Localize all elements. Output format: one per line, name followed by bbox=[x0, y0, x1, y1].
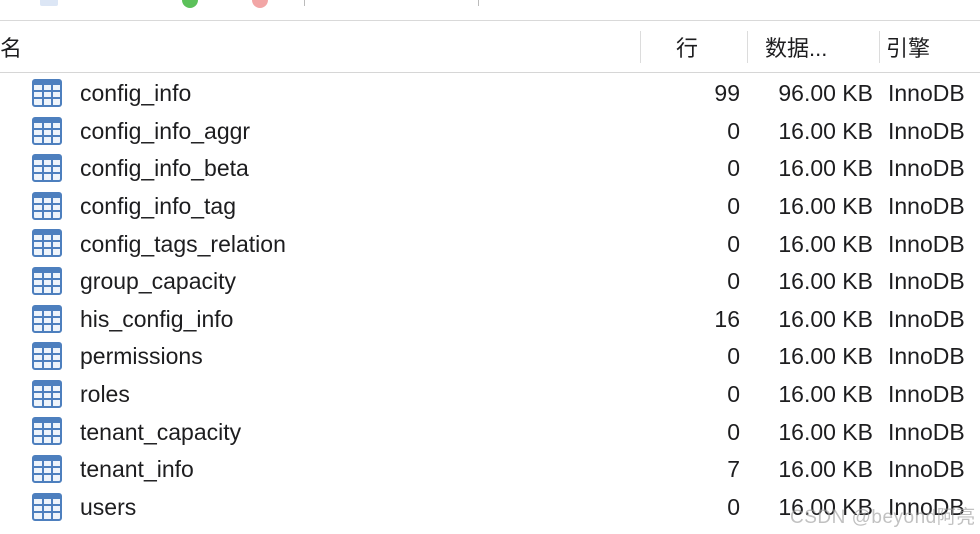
toolbar-separator bbox=[304, 0, 305, 6]
table-row-count: 0 bbox=[727, 230, 740, 257]
table-list: config_info 99 96.00 KB InnoDB config_in… bbox=[0, 75, 980, 526]
table-data-size: 16.00 KB bbox=[778, 381, 873, 408]
table-grid-icon bbox=[32, 454, 62, 483]
table-row-count: 7 bbox=[727, 456, 740, 483]
table-row-count: 0 bbox=[727, 343, 740, 370]
toolbar-strip bbox=[0, 0, 980, 21]
table-name: config_tags_relation bbox=[80, 230, 286, 257]
table-data-size: 16.00 KB bbox=[778, 343, 873, 370]
add-icon[interactable] bbox=[182, 0, 198, 8]
table-engine: InnoDB bbox=[888, 268, 965, 295]
table-engine: InnoDB bbox=[888, 80, 965, 107]
table-data-size: 16.00 KB bbox=[778, 230, 873, 257]
table-row[interactable]: roles 0 16.00 KB InnoDB bbox=[0, 376, 980, 414]
watermark: CSDN @beyond阿亮 bbox=[790, 507, 976, 528]
table-name: config_info_aggr bbox=[80, 117, 251, 144]
table-row-count: 0 bbox=[727, 418, 740, 445]
table-name: config_info_tag bbox=[80, 193, 237, 220]
table-grid-icon bbox=[32, 154, 62, 183]
table-grid-icon bbox=[32, 417, 62, 446]
table-name: tenant_capacity bbox=[80, 418, 242, 445]
table-engine: InnoDB bbox=[888, 117, 965, 144]
table-row-count: 0 bbox=[727, 193, 740, 220]
column-header-rows[interactable]: 行 bbox=[676, 21, 698, 72]
table-grid-icon bbox=[32, 304, 62, 333]
table-name: roles bbox=[80, 381, 130, 408]
table-grid-icon bbox=[32, 79, 62, 107]
table-data-size: 16.00 KB bbox=[778, 456, 873, 483]
table-grid-icon bbox=[32, 229, 62, 258]
table-row-count: 0 bbox=[727, 268, 740, 295]
table-row[interactable]: config_info 99 96.00 KB InnoDB bbox=[0, 75, 980, 113]
table-grid-icon bbox=[32, 266, 62, 295]
table-data-size: 16.00 KB bbox=[778, 305, 873, 332]
column-divider[interactable] bbox=[640, 31, 641, 63]
table-data-size: 16.00 KB bbox=[778, 155, 873, 182]
table-row[interactable]: config_info_aggr 0 16.00 KB InnoDB bbox=[0, 113, 980, 151]
table-engine: InnoDB bbox=[888, 193, 965, 220]
table-row[interactable]: group_capacity 0 16.00 KB InnoDB bbox=[0, 263, 980, 301]
table-name: group_capacity bbox=[80, 268, 236, 295]
table-row[interactable]: tenant_info 7 16.00 KB InnoDB bbox=[0, 451, 980, 489]
table-row[interactable]: config_info_tag 0 16.00 KB InnoDB bbox=[0, 188, 980, 226]
table-row-count: 0 bbox=[727, 381, 740, 408]
table-grid-icon bbox=[32, 342, 62, 371]
table-grid-icon bbox=[32, 191, 62, 220]
table-name: config_info bbox=[80, 80, 192, 107]
table-grid-icon bbox=[32, 492, 62, 521]
column-divider[interactable] bbox=[747, 31, 748, 63]
table-grid-icon bbox=[32, 379, 62, 408]
toolbar-separator bbox=[478, 0, 479, 6]
table-engine: InnoDB bbox=[888, 305, 965, 332]
table-grid-icon bbox=[32, 116, 62, 145]
table-engine: InnoDB bbox=[888, 343, 965, 370]
table-engine: InnoDB bbox=[888, 418, 965, 445]
delete-icon[interactable] bbox=[252, 0, 268, 8]
table-row-count: 0 bbox=[727, 117, 740, 144]
table-name: users bbox=[80, 493, 137, 520]
table-engine: InnoDB bbox=[888, 155, 965, 182]
table-row[interactable]: his_config_info 16 16.00 KB InnoDB bbox=[0, 301, 980, 339]
table-name: tenant_info bbox=[80, 456, 194, 483]
table-name: his_config_info bbox=[80, 305, 234, 332]
table-data-size: 96.00 KB bbox=[778, 80, 873, 107]
table-data-size: 16.00 KB bbox=[778, 418, 873, 445]
table-toolbar-icon[interactable] bbox=[40, 0, 58, 6]
table-data-size: 16.00 KB bbox=[778, 117, 873, 144]
table-data-size: 16.00 KB bbox=[778, 268, 873, 295]
table-data-size: 16.00 KB bbox=[778, 193, 873, 220]
table-row[interactable]: permissions 0 16.00 KB InnoDB bbox=[0, 338, 980, 376]
table-row-count: 99 bbox=[714, 80, 740, 107]
column-header-engine[interactable]: 引擎 bbox=[886, 21, 930, 72]
table-row-count: 0 bbox=[727, 155, 740, 182]
table-engine: InnoDB bbox=[888, 456, 965, 483]
toolbar-tool-icon[interactable] bbox=[436, 0, 449, 4]
table-row[interactable]: config_tags_relation 0 16.00 KB InnoDB bbox=[0, 225, 980, 263]
table-row-count: 16 bbox=[714, 305, 740, 332]
column-header-name[interactable]: 名 bbox=[0, 21, 22, 72]
table-row[interactable]: config_info_beta 0 16.00 KB InnoDB bbox=[0, 150, 980, 188]
table-row-count: 0 bbox=[727, 493, 740, 520]
column-divider[interactable] bbox=[879, 31, 880, 63]
table-name: config_info_beta bbox=[80, 155, 249, 182]
table-name: permissions bbox=[80, 343, 203, 370]
table-header: 名 行 数据... 引擎 bbox=[0, 21, 980, 73]
column-header-data-size[interactable]: 数据... bbox=[765, 21, 827, 72]
table-engine: InnoDB bbox=[888, 381, 965, 408]
table-engine: InnoDB bbox=[888, 230, 965, 257]
table-row[interactable]: tenant_capacity 0 16.00 KB InnoDB bbox=[0, 413, 980, 451]
